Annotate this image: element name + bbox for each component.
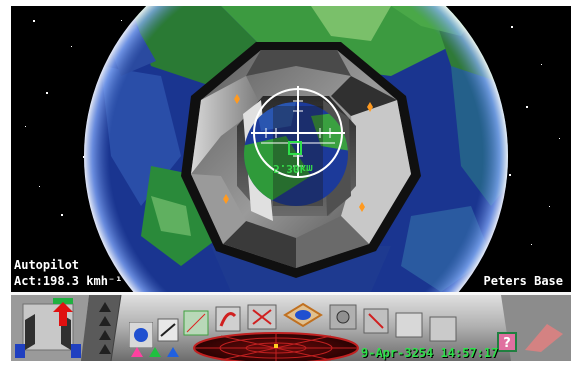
cargo-icon[interactable]: [363, 308, 389, 334]
ship-silhouette-icon: [521, 320, 567, 354]
target-name-label: Peters Base: [483, 274, 563, 288]
space-scene: [25, 6, 560, 292]
game-date-time: 9-Apr-3254 14:57:17: [361, 346, 499, 360]
svg-text:?: ?: [503, 336, 511, 351]
game-viewport: 5.30km Autopilot Act:198.3 kmh⁻¹ Peters …: [11, 6, 571, 361]
engine-icon[interactable]: [329, 304, 357, 330]
radar-scanner: [191, 328, 361, 361]
status-icon[interactable]: [395, 312, 423, 338]
weapons-icon[interactable]: [247, 304, 277, 330]
comms-panel-icon[interactable]: [429, 316, 457, 342]
speed-readout: Act:198.3 kmh⁻¹: [14, 274, 123, 288]
red-arrow-icon[interactable]: [51, 298, 75, 326]
flight-mode-label: Autopilot: [14, 258, 80, 272]
target-lock-icon[interactable]: [283, 302, 323, 328]
target-range-readout: 5.30km: [273, 162, 313, 175]
missile-rack-icon[interactable]: [93, 300, 117, 356]
nav-map-icon[interactable]: [157, 318, 179, 342]
question-mark-icon[interactable]: ?: [497, 332, 517, 352]
